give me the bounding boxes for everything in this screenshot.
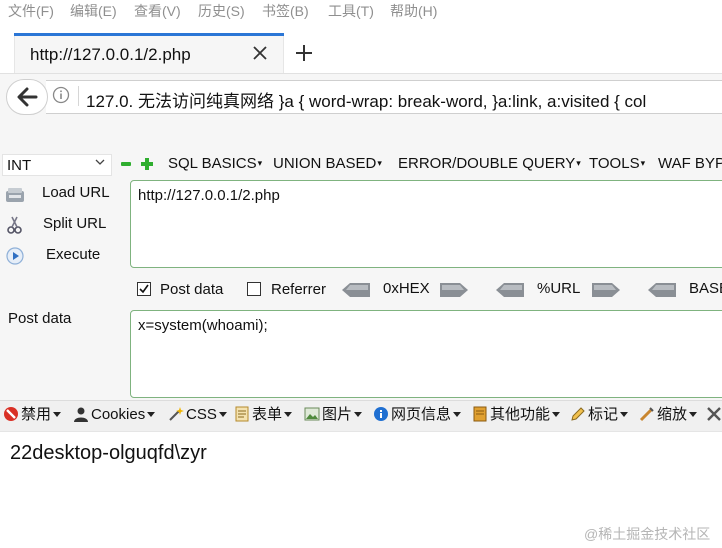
post-data-option-label: Post data — [160, 281, 224, 298]
toolbar-misc[interactable]: 其他功能 — [472, 405, 561, 425]
toolbar-css[interactable]: CSS — [168, 405, 227, 425]
resize-icon — [639, 407, 654, 422]
tools-icon[interactable] — [706, 406, 722, 422]
tab-active-indicator — [14, 33, 284, 36]
toolbar-outline[interactable]: 标记 — [570, 405, 629, 425]
load-url-label: Load URL — [42, 184, 110, 201]
form-icon — [235, 406, 249, 422]
url-text[interactable]: 127.0. 无法访问纯真网络 }a { word-wrap: break-wo… — [86, 87, 646, 112]
arrow-left-icon[interactable] — [342, 283, 370, 297]
post-data-value: x=system(whoami); — [138, 317, 268, 334]
misc-icon — [473, 406, 487, 422]
split-url-label: Split URL — [43, 215, 107, 232]
arrow-left-icon[interactable] — [648, 283, 676, 297]
check-icon — [139, 284, 149, 294]
select-value: INT — [7, 157, 32, 174]
base64-label: BASE — [689, 280, 722, 297]
hex-label: 0xHEX — [383, 280, 430, 297]
menu-view[interactable]: 查看(V) — [134, 1, 181, 21]
menu-bookmarks[interactable]: 书签(B) — [262, 1, 309, 21]
scissors-icon — [7, 216, 22, 234]
menu-tools[interactable]: TOOLS▾ — [589, 155, 645, 172]
close-icon[interactable] — [250, 43, 270, 63]
toolbar-images[interactable]: 图片 — [304, 405, 363, 425]
menu-error-double-query[interactable]: ERROR/DOUBLE QUERY▾ — [398, 155, 581, 172]
menu-help[interactable]: 帮助(H) — [390, 1, 437, 21]
tab-title: http://127.0.0.1/2.php — [30, 45, 191, 64]
menu-tools[interactable]: 工具(T) — [328, 1, 374, 21]
back-arrow-icon — [17, 87, 38, 107]
play-icon — [6, 247, 24, 265]
referrer-checkbox[interactable] — [247, 282, 261, 296]
minus-icon[interactable] — [121, 160, 131, 168]
info-icon[interactable] — [52, 86, 70, 104]
menu-history[interactable]: 历史(S) — [198, 1, 245, 21]
execute-label: Execute — [46, 246, 101, 263]
load-url-icon — [6, 188, 24, 202]
url-encode-label: %URL — [537, 280, 581, 297]
toolbar-disable[interactable]: 禁用 — [3, 405, 62, 425]
arrow-right-icon[interactable] — [592, 283, 620, 297]
plus-icon[interactable] — [141, 158, 153, 170]
injection-type-select[interactable]: INT — [2, 154, 112, 176]
post-data-textarea[interactable]: x=system(whoami); — [130, 310, 722, 398]
referrer-option-label: Referrer — [271, 281, 327, 298]
toolbar-resize[interactable]: 缩放 — [639, 405, 698, 425]
arrow-left-icon[interactable] — [496, 283, 524, 297]
toolbar-cookies[interactable]: Cookies — [73, 405, 156, 425]
wand-icon — [169, 407, 184, 421]
plus-icon[interactable] — [294, 43, 314, 63]
arrow-right-icon[interactable] — [440, 283, 468, 297]
watermark: @稀土掘金技术社区 — [584, 526, 711, 542]
toolbar-forms[interactable]: 表单 — [234, 405, 293, 425]
url-textarea[interactable]: http://127.0.0.1/2.php — [130, 180, 722, 268]
menu-edit[interactable]: 编辑(E) — [70, 1, 117, 21]
chevron-down-icon — [95, 159, 105, 165]
url-textarea-value: http://127.0.0.1/2.php — [138, 187, 280, 204]
url-separator — [78, 86, 79, 106]
info-icon — [374, 407, 388, 421]
person-icon — [74, 407, 88, 422]
menu-union-based[interactable]: UNION BASED▾ — [273, 155, 382, 172]
image-icon — [304, 407, 320, 421]
menu-sql-basics[interactable]: SQL BASICS▾ — [168, 155, 262, 172]
menu-file[interactable]: 文件(F) — [8, 1, 54, 21]
post-data-label: Post data — [8, 310, 72, 327]
toolbar-page-info[interactable]: 网页信息 — [373, 405, 462, 425]
command-output: 22desktop-olguqfd\zyr — [10, 442, 207, 464]
back-button[interactable] — [6, 79, 48, 115]
pencil-icon — [571, 407, 585, 421]
disable-icon — [4, 407, 18, 421]
menu-waf-bypass[interactable]: WAF BYP — [658, 155, 722, 172]
post-data-checkbox[interactable] — [137, 282, 151, 296]
